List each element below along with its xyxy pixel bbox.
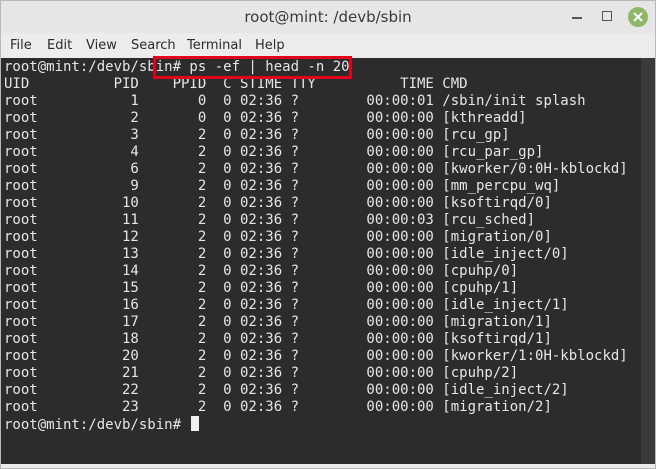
process-line: root 3 2 0 02:36 ? 00:00:00 [rcu_gp] bbox=[4, 127, 510, 143]
menu-file[interactable]: File bbox=[10, 38, 32, 53]
process-line: root 14 2 0 02:36 ? 00:00:00 [cpuhp/0] bbox=[4, 263, 519, 279]
menu-search[interactable]: Search bbox=[131, 38, 176, 53]
command-highlight-box bbox=[153, 56, 352, 79]
menu-terminal[interactable]: Terminal bbox=[187, 38, 242, 53]
process-line: root 16 2 0 02:36 ? 00:00:00 [idle_injec… bbox=[4, 297, 569, 313]
process-line: root 9 2 0 02:36 ? 00:00:00 [mm_percpu_w… bbox=[4, 178, 561, 194]
process-line: root 6 2 0 02:36 ? 00:00:00 [kworker/0:0… bbox=[4, 161, 628, 177]
close-button[interactable] bbox=[628, 7, 648, 27]
shell-prompt: root@mint:/devb/sbin# bbox=[4, 417, 190, 433]
terminal-window: root@mint: /devb/sbin File Edit View Sea… bbox=[0, 0, 656, 469]
text-cursor bbox=[191, 416, 200, 431]
title-bar[interactable]: root@mint: /devb/sbin bbox=[1, 1, 655, 33]
process-line: root 2 0 0 02:36 ? 00:00:00 [kthreadd] bbox=[4, 110, 527, 126]
menu-help[interactable]: Help bbox=[255, 38, 285, 53]
process-line: root 15 2 0 02:36 ? 00:00:00 [cpuhp/1] bbox=[4, 280, 519, 296]
menu-edit[interactable]: Edit bbox=[47, 38, 72, 53]
minimize-button[interactable] bbox=[567, 7, 587, 27]
process-line: root 1 0 0 02:36 ? 00:00:01 /sbin/init s… bbox=[4, 93, 586, 109]
process-line: root 23 2 0 02:36 ? 00:00:00 [migration/… bbox=[4, 399, 552, 415]
menu-view[interactable]: View bbox=[86, 38, 117, 53]
process-line: root 13 2 0 02:36 ? 00:00:00 [idle_injec… bbox=[4, 246, 569, 262]
terminal-output[interactable]: root@mint:/devb/sbin# ps -ef | head -n 2… bbox=[1, 58, 641, 464]
process-line: root 10 2 0 02:36 ? 00:00:00 [ksoftirqd/… bbox=[4, 195, 552, 211]
prompt-line[interactable]: root@mint:/devb/sbin# bbox=[4, 416, 628, 433]
maximize-button[interactable] bbox=[598, 7, 618, 27]
process-line: root 22 2 0 02:36 ? 00:00:00 [idle_injec… bbox=[4, 382, 569, 398]
menu-bar: File Edit View Search Terminal Help bbox=[1, 33, 655, 57]
process-line: root 18 2 0 02:36 ? 00:00:00 [ksoftirqd/… bbox=[4, 331, 552, 347]
process-line: root 21 2 0 02:36 ? 00:00:00 [cpuhp/2] bbox=[4, 365, 519, 381]
terminal-text: root@mint:/devb/sbin# ps -ef | head -n 2… bbox=[4, 59, 628, 433]
close-icon bbox=[633, 12, 643, 22]
process-line: root 17 2 0 02:36 ? 00:00:00 [migration/… bbox=[4, 314, 552, 330]
process-line: root 4 2 0 02:36 ? 00:00:00 [rcu_par_gp] bbox=[4, 144, 544, 160]
scrollbar[interactable] bbox=[641, 58, 655, 464]
process-line: root 20 2 0 02:36 ? 00:00:00 [kworker/1:… bbox=[4, 348, 628, 364]
window-title: root@mint: /devb/sbin bbox=[244, 8, 412, 26]
process-line: root 11 2 0 02:36 ? 00:00:03 [rcu_sched] bbox=[4, 212, 536, 228]
process-line: root 12 2 0 02:36 ? 00:00:00 [migration/… bbox=[4, 229, 552, 245]
